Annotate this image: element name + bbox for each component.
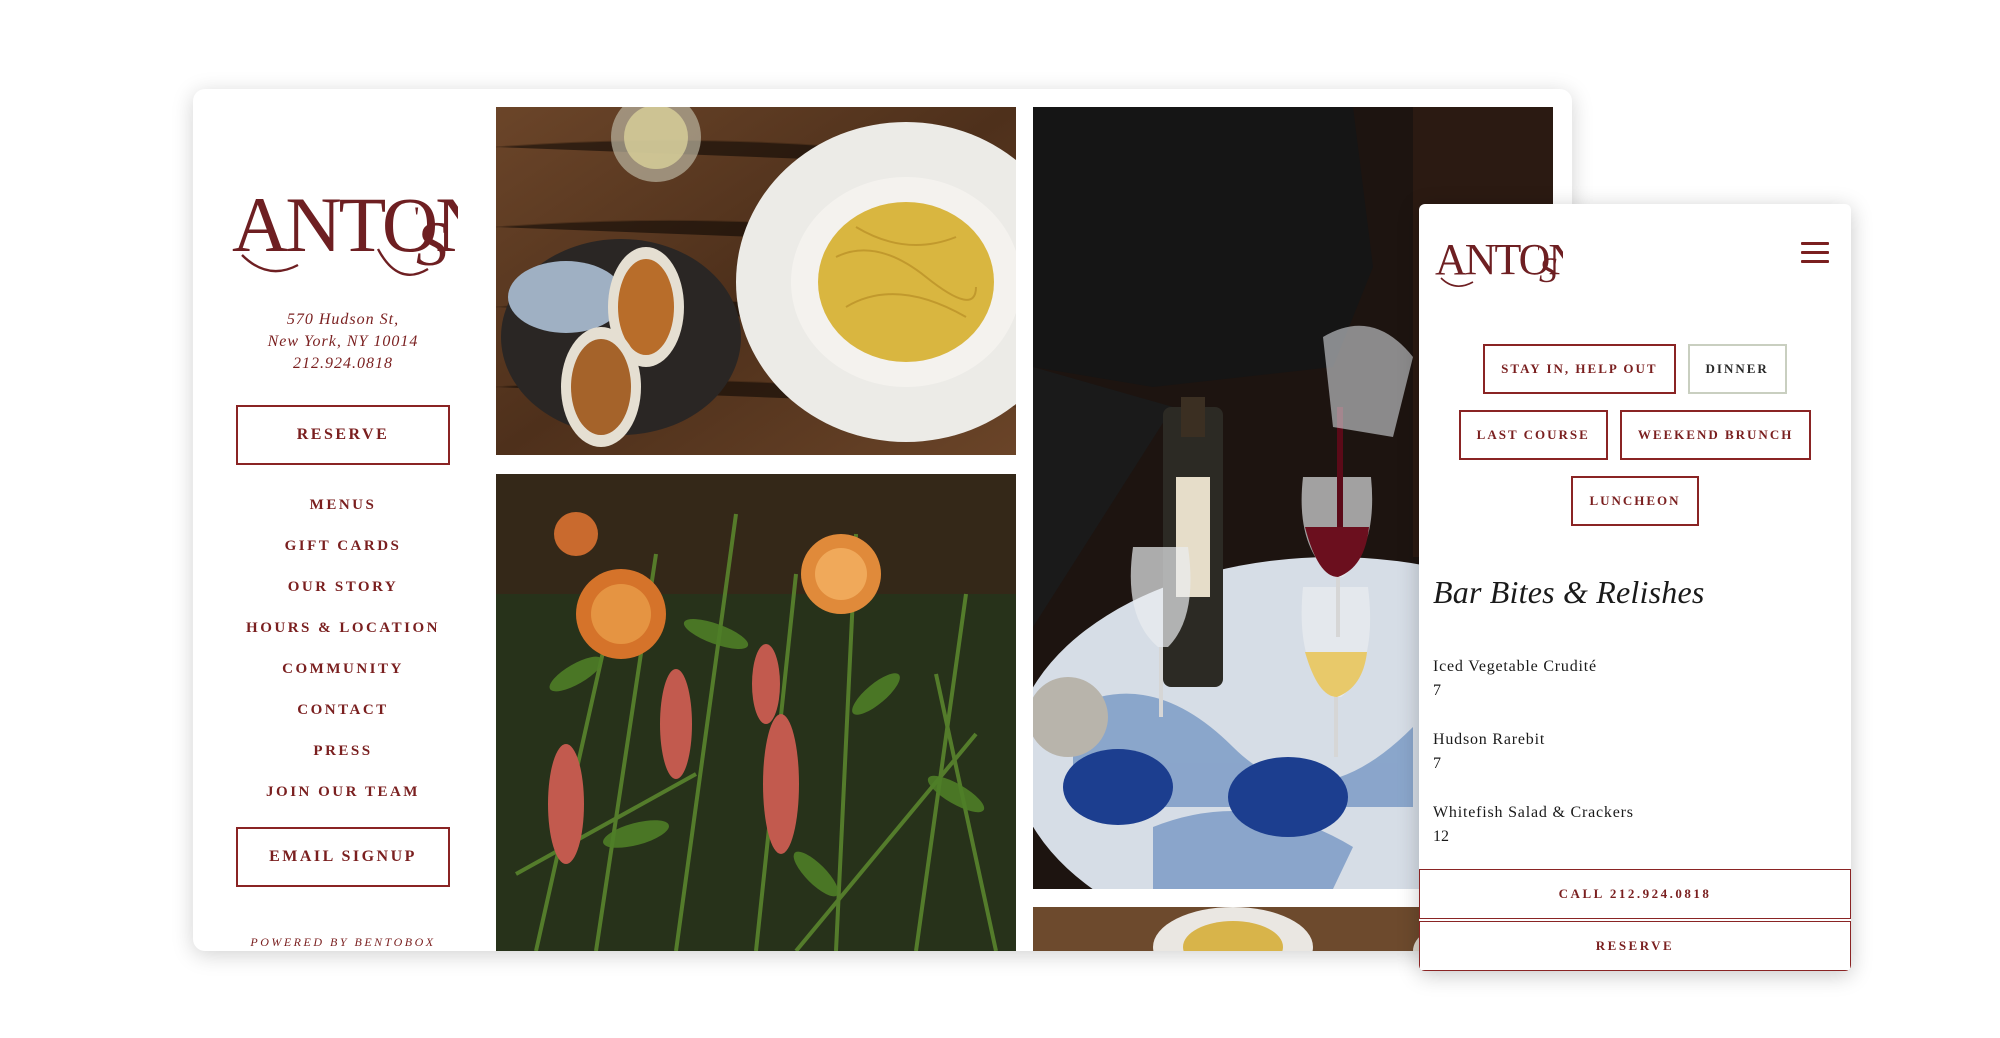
address-city: New York, NY 10014 xyxy=(267,333,419,350)
menu-items: Iced Vegetable Crudité 7 Hudson Rarebit … xyxy=(1433,656,1833,875)
mobile-preview: ANTON ' S STAY IN, HELP OUT DINNER LAST … xyxy=(1419,204,1851,971)
call-button[interactable]: CALL 212.924.0818 xyxy=(1419,869,1851,919)
antons-logo[interactable]: ANTON ' S xyxy=(228,169,458,289)
tab-dinner[interactable]: DINNER xyxy=(1687,344,1787,394)
address-block: 570 Hudson St, New York, NY 10014 212.92… xyxy=(268,309,419,375)
address-phone[interactable]: 212.924.0818 xyxy=(268,353,419,375)
mobile-action-bar: CALL 212.924.0818 RESERVE xyxy=(1419,867,1851,971)
menu-section-title: Bar Bites & Relishes xyxy=(1433,574,1705,610)
tab-stay-in-help-out[interactable]: STAY IN, HELP OUT xyxy=(1483,344,1676,394)
tab-luncheon[interactable]: LUNCHEON xyxy=(1571,476,1699,526)
main-nav: MENUS GIFT CARDS OUR STORY HOURS & LOCAT… xyxy=(246,485,440,813)
nav-item-gift-cards[interactable]: GIFT CARDS xyxy=(246,526,440,567)
menu-item-name: Whitefish Salad & Crackers xyxy=(1433,804,1634,821)
desktop-preview: ANTON ' S 570 Hudson St, New York, NY 10… xyxy=(193,89,1572,951)
nav-item-community[interactable]: COMMUNITY xyxy=(246,649,440,690)
menu-item: Hudson Rarebit 7 xyxy=(1433,729,1833,802)
photo-oysters-pasta xyxy=(496,107,1016,455)
antons-logo-mobile[interactable]: ANTON ' S xyxy=(1433,226,1563,296)
sidebar: ANTON ' S 570 Hudson St, New York, NY 10… xyxy=(193,89,493,951)
powered-by-link[interactable]: POWERED BY BENTOBOX xyxy=(250,935,435,950)
menu-tabs: STAY IN, HELP OUT DINNER LAST COURSE WEE… xyxy=(1419,344,1851,526)
menu-item-name: Iced Vegetable Crudité xyxy=(1433,658,1597,675)
menu-item-price: 7 xyxy=(1433,682,1441,699)
nav-item-hours-location[interactable]: HOURS & LOCATION xyxy=(246,608,440,649)
address-street: 570 Hudson St, xyxy=(286,311,400,328)
nav-item-menus[interactable]: MENUS xyxy=(246,485,440,526)
tab-weekend-brunch[interactable]: WEEKEND BRUNCH xyxy=(1619,410,1812,460)
mobile-reserve-button[interactable]: RESERVE xyxy=(1419,921,1851,971)
menu-item-price: 12 xyxy=(1433,828,1449,845)
reserve-button[interactable]: RESERVE xyxy=(236,405,450,465)
menu-item-name: Hudson Rarebit xyxy=(1433,731,1546,748)
tab-last-course[interactable]: LAST COURSE xyxy=(1458,410,1608,460)
svg-text:S: S xyxy=(1539,250,1557,290)
menu-item-price: 7 xyxy=(1433,755,1441,772)
nav-item-press[interactable]: PRESS xyxy=(246,731,440,772)
mobile-header: ANTON ' S xyxy=(1419,204,1851,304)
menu-item: Whitefish Salad & Crackers 12 xyxy=(1433,802,1833,875)
nav-item-join-our-team[interactable]: JOIN OUR TEAM xyxy=(246,772,440,813)
email-signup-button[interactable]: EMAIL SIGNUP xyxy=(236,827,450,887)
menu-item: Iced Vegetable Crudité 7 xyxy=(1433,656,1833,729)
nav-item-contact[interactable]: CONTACT xyxy=(246,690,440,731)
nav-item-our-story[interactable]: OUR STORY xyxy=(246,567,440,608)
svg-text:S: S xyxy=(416,208,448,279)
hamburger-icon[interactable] xyxy=(1801,242,1829,266)
photo-flowers xyxy=(496,474,1016,951)
